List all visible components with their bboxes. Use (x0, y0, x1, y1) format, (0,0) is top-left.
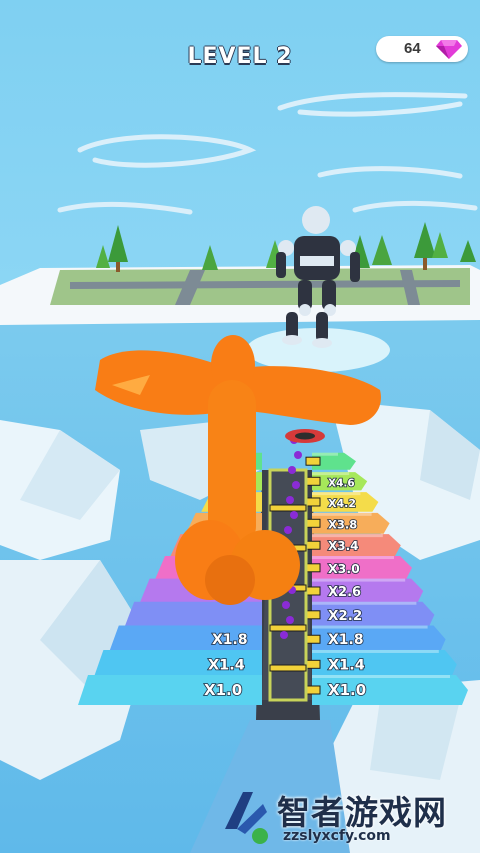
hazard-block (305, 476, 321, 486)
hazard-block (305, 497, 321, 507)
watermark-url: zzslyxcfy.com (283, 828, 391, 844)
hazard-block (305, 563, 321, 573)
multiplier-bar-highlight (312, 675, 450, 678)
watermark: 智者游戏网 zzslyxcfy.com (215, 782, 480, 853)
hazard-block (305, 540, 321, 550)
watermark-title: 智者游戏网 (277, 793, 447, 832)
multiplier-bar-highlight (312, 534, 383, 538)
multiplier-label-right: X2.6 (328, 585, 361, 600)
diamond-gem-icon (436, 40, 462, 59)
multiplier-label-right: X4.2 (328, 497, 356, 510)
hazard-block (305, 610, 321, 620)
multiplier-label-right: X4.6 (328, 477, 355, 489)
multiplier-label-right: X1.4 (328, 657, 365, 673)
hazard-block (305, 518, 321, 528)
multiplier-label-right: X3.4 (328, 539, 359, 553)
multiplier-bar-highlight (312, 452, 338, 456)
sky-clouds (57, 92, 478, 215)
gem-count: 64 (404, 40, 421, 57)
multiplier-label-right: X3.8 (328, 517, 357, 531)
multiplier-label-right: X2.2 (328, 608, 362, 624)
multiplier-bar-highlight (312, 578, 406, 582)
multiplier-bar-highlight (312, 472, 350, 476)
multiplier-bar-left (124, 601, 262, 628)
multiplier-label-left: X1.8 (212, 632, 248, 648)
multiplier-bar-highlight (312, 492, 361, 496)
world-view: X4.6 X4.2 X3.8 X3.4 X3.0 X2.6 X2.2 X1.8 X1.8 X1.4… (0, 92, 480, 853)
multiplier-label-right: X3.0 (328, 561, 360, 576)
city-island (0, 222, 480, 325)
multiplier-bar-highlight (312, 649, 439, 653)
multiplier-bar-highlight (312, 625, 428, 629)
multiplier-label-left: X1.4 (208, 657, 245, 673)
hazard-block (305, 659, 321, 669)
watermark-logo-icon (225, 792, 268, 844)
multiplier-label-left: X1.0 (204, 681, 242, 699)
multiplier-bar-highlight (312, 512, 372, 516)
hazard-block (305, 456, 321, 466)
multiplier-bar-highlight (312, 556, 394, 560)
multiplier-label-right: X1.0 (328, 681, 366, 699)
multiplier-bar-right (312, 556, 412, 580)
hazard-block (305, 685, 321, 695)
gem-counter: 64 (376, 36, 468, 62)
multiplier-bar-highlight (312, 601, 417, 605)
hazard-block (305, 634, 321, 644)
game-scene[interactable]: X4.6 X4.2 X3.8 X3.4 X3.0 X2.6 X2.2 X1.8 X1.8 X1.4… (0, 0, 480, 853)
multiplier-label-right: X1.8 (328, 632, 364, 648)
hazard-block (305, 586, 321, 596)
